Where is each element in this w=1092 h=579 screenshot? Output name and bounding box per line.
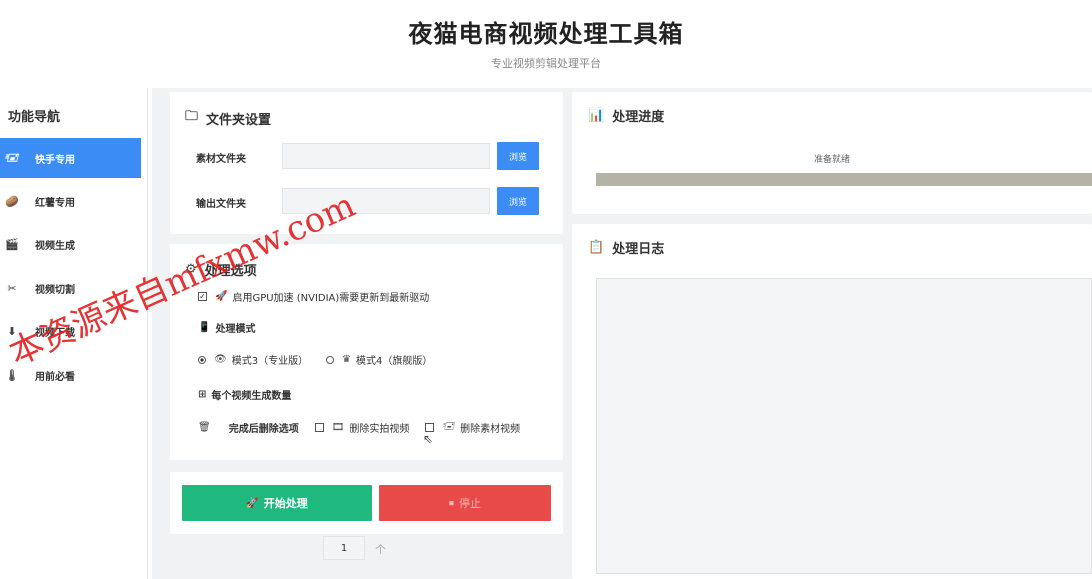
mode4-label: 模式4（旗舰版）: [355, 356, 433, 367]
stop-icon: ⏹: [449, 497, 454, 509]
sidebar-title: 功能导航: [8, 110, 61, 125]
app-header: 夜猫电商视频处理工具箱 专业视频剪辑处理平台: [0, 0, 1092, 88]
progress-bar: [596, 173, 1092, 186]
stop-button-label: 停止: [459, 497, 481, 510]
log-textarea[interactable]: [596, 278, 1092, 574]
mode3-radio-option[interactable]: 👁 模式3（专业版）: [198, 352, 308, 367]
kuaishou-icon: 🖅: [5, 150, 19, 164]
phone-icon: 📱: [198, 322, 211, 333]
output-browse-button[interactable]: 浏览: [497, 187, 539, 215]
progress-title: 📊 处理进度: [588, 106, 664, 125]
delete-real-label: 删除实拍视频: [349, 424, 410, 435]
gpu-option[interactable]: ✓ 🚀 启用GPU加速 (NVIDIA)需要更新到最新驱动: [198, 289, 429, 304]
count-input[interactable]: 1: [323, 536, 365, 560]
count-label-row: ⊞ 每个视频生成数量: [198, 387, 291, 402]
mode4-radio[interactable]: [326, 355, 334, 364]
mode-section-title: 📱 处理模式: [198, 320, 255, 335]
nav-item-label: 用前必看: [35, 371, 75, 383]
progress-card: 📊 处理进度 准备就绪: [572, 92, 1092, 214]
mouse-cursor-icon: ⇖: [423, 432, 434, 446]
nav-item-video-generate[interactable]: 🎬 视频生成: [0, 224, 141, 264]
grid-icon: ⊞: [198, 389, 207, 400]
crown-icon: ♛: [342, 354, 351, 365]
nav-item-label: 快手专用: [35, 154, 75, 166]
clipboard-icon: 📋: [588, 240, 605, 255]
mode3-radio[interactable]: [198, 355, 206, 364]
mode3-label: 模式3（专业版）: [231, 356, 309, 367]
count-unit: 个: [375, 543, 386, 556]
count-label: 每个视频生成数量: [211, 391, 292, 402]
delete-options-row: 🗑 完成后删除选项 🎞 删除实拍视频 🖅 删除素材视频: [198, 419, 520, 436]
source-browse-button[interactable]: 浏览: [497, 142, 539, 170]
folder-settings-card: 🗀 文件夹设置 素材文件夹 浏览 输出文件夹 浏览: [170, 92, 563, 234]
start-button-label: 开始处理: [263, 497, 308, 510]
potato-icon: 🥔: [5, 194, 19, 208]
log-card: 📋 处理日志: [572, 224, 1092, 579]
progress-status: 准备就绪: [813, 155, 850, 165]
nav-item-label: 红薯专用: [35, 197, 75, 209]
actions-card: 🚀 开始处理 ⏹ 停止: [170, 472, 563, 534]
nav-item-label: 视频切割: [35, 284, 75, 296]
trash-icon: 🗑: [198, 422, 211, 433]
rocket-icon: 🚀: [215, 291, 228, 302]
source-folder-input[interactable]: [282, 143, 490, 169]
right-panel: 📊 处理进度 准备就绪 📋 处理日志: [572, 88, 1092, 579]
progress-fill: [596, 173, 1092, 186]
delete-material-checkbox[interactable]: [425, 423, 435, 432]
progress-title-text: 处理进度: [612, 110, 665, 125]
stop-button[interactable]: ⏹ 停止: [379, 485, 551, 521]
clapper-icon: 🎬: [5, 237, 19, 251]
output-folder-label: 输出文件夹: [196, 199, 246, 210]
log-title-text: 处理日志: [612, 242, 665, 257]
mode-title-text: 处理模式: [215, 324, 256, 335]
middle-panel: 🗀 文件夹设置 素材文件夹 浏览 输出文件夹 浏览 ⚙ 处理选项 ✓ 🚀 启用G…: [152, 88, 572, 579]
nav-item-label: 视频生成: [35, 240, 75, 252]
mode4-radio-option[interactable]: ♛ 模式4（旗舰版）: [326, 352, 432, 367]
film-icon: 🎞: [331, 422, 345, 433]
folder-settings-title: 🗀 文件夹设置: [185, 107, 271, 129]
chart-icon: 📊: [588, 108, 605, 123]
scissors-icon: ✂: [7, 281, 17, 295]
app-subtitle: 专业视频剪辑处理平台: [491, 57, 601, 70]
log-title: 📋 处理日志: [588, 238, 664, 257]
nav-item-kuaishou[interactable]: 🖅 快手专用: [0, 138, 141, 178]
delete-material-label: 删除素材视频: [460, 424, 521, 435]
nav-item-hongshu[interactable]: 🥔 红薯专用: [0, 181, 141, 221]
eye-icon: 👁: [214, 354, 227, 365]
folder-icon: 🗀: [185, 109, 199, 124]
thermometer-icon: 🌡: [5, 368, 19, 382]
app-title: 夜猫电商视频处理工具箱: [408, 20, 684, 48]
folder-settings-title-text: 文件夹设置: [206, 112, 272, 128]
delete-options-title: 完成后删除选项: [228, 424, 299, 435]
start-button[interactable]: 🚀 开始处理: [182, 485, 372, 521]
gpu-option-label: 启用GPU加速 (NVIDIA)需要更新到最新驱动: [232, 293, 430, 304]
source-folder-label: 素材文件夹: [196, 154, 246, 165]
material-icon: 🖅: [442, 421, 456, 432]
rocket-icon: 🚀: [246, 497, 259, 509]
delete-real-checkbox[interactable]: [314, 423, 324, 432]
